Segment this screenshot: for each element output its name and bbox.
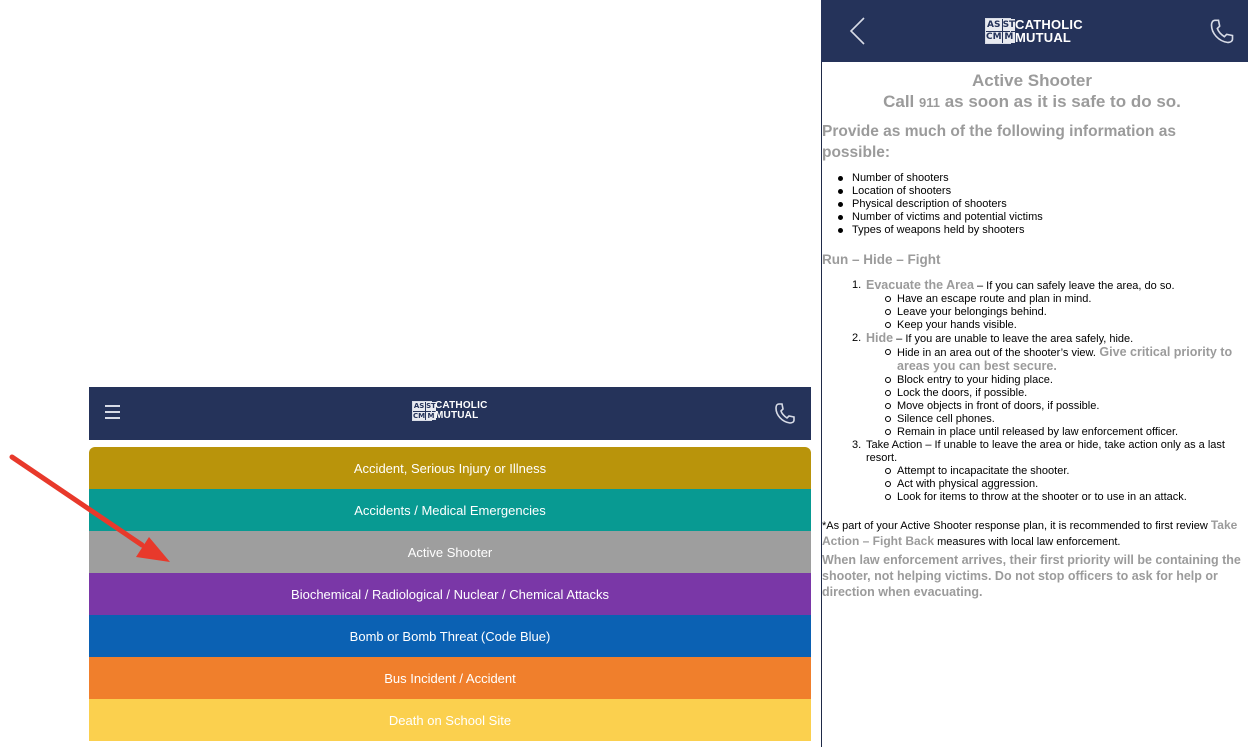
logo-mark-cell: CM xyxy=(413,411,426,420)
step-highlight: Hide xyxy=(866,331,894,345)
logo-wordmark: CATHOLIC MUTUAL xyxy=(435,401,488,421)
sub-list: Attempt to incapacitate the shooter. Act… xyxy=(882,465,1242,504)
list-item: Types of weapons held by shooters xyxy=(836,224,1242,237)
right-phone-screen: AS ST CM M CATHOLIC MUTUAL Active Shoote… xyxy=(821,0,1248,747)
sub-text: Hide in an area out of the shooter’s vie… xyxy=(897,347,1096,359)
catholic-mutual-logo: AS ST CM M CATHOLIC MUTUAL xyxy=(412,401,488,421)
phone-icon[interactable] xyxy=(773,402,797,426)
call-number: 911 xyxy=(919,95,940,110)
note-pre: *As part of your Active Shooter response… xyxy=(822,520,1211,532)
step-highlight: Evacuate the Area xyxy=(866,278,974,292)
list-item: Hide in an area out of the shooter’s vie… xyxy=(882,346,1242,374)
menu-item-medical-emergencies[interactable]: Accidents / Medical Emergencies xyxy=(89,489,811,531)
response-plan-note: *As part of your Active Shooter response… xyxy=(822,518,1242,550)
menu-item-bus-incident[interactable]: Bus Incident / Accident xyxy=(89,657,811,699)
menu-item-accident-serious-injury[interactable]: Accident, Serious Injury or Illness xyxy=(89,447,811,489)
list-item: Look for items to throw at the shooter o… xyxy=(882,491,1242,504)
logo-mark: AS ST CM M xyxy=(412,401,436,421)
list-item: Have an escape route and plan in mind. xyxy=(882,293,1242,306)
info-lead-text: Provide as much of the following informa… xyxy=(822,123,1176,161)
back-chevron-icon[interactable] xyxy=(846,16,870,46)
list-item: Physical description of shooters xyxy=(836,198,1242,211)
protocol-content: Active Shooter Call 911 as soon as it is… xyxy=(821,62,1248,747)
steps-list: 1. Evacuate the Area – If you can safely… xyxy=(822,279,1242,504)
list-item: Silence cell phones. xyxy=(882,413,1242,426)
hamburger-menu-icon[interactable] xyxy=(105,402,127,424)
logo-mark-cell: CM xyxy=(986,31,1002,43)
list-item: Act with physical aggression. xyxy=(882,478,1242,491)
step-take-action: 3. Take Action – If unable to leave the … xyxy=(822,439,1242,504)
info-bullet-list: Number of shooters Location of shooters … xyxy=(836,172,1242,237)
list-item: Number of shooters xyxy=(836,172,1242,185)
step-number: 3. xyxy=(852,439,862,451)
list-item: Attempt to incapacitate the shooter. xyxy=(882,465,1242,478)
call-pre: Call xyxy=(883,92,919,111)
sub-list: Have an escape route and plan in mind. L… xyxy=(882,293,1242,332)
list-item: Leave your belongings behind. xyxy=(882,306,1242,319)
list-item: Number of victims and potential victims xyxy=(836,211,1242,224)
emergency-menu-list: Accident, Serious Injury or Illness Acci… xyxy=(89,447,811,741)
call-instruction: Call 911 as soon as it is safe to do so. xyxy=(822,91,1242,114)
call-post: as soon as it is safe to do so. xyxy=(939,92,1181,111)
step-evacuate: 1. Evacuate the Area – If you can safely… xyxy=(822,279,1242,332)
logo-mark-cell: M xyxy=(1002,31,1016,43)
page-title: Active Shooter xyxy=(972,71,1092,90)
list-item: Lock the doors, if possible. xyxy=(882,387,1242,400)
catholic-mutual-logo: AS ST CM M CATHOLIC MUTUAL xyxy=(985,18,1083,44)
step-text: – If you are unable to leave the area sa… xyxy=(893,333,1134,345)
section-heading: Run – Hide – Fight xyxy=(822,252,941,267)
list-item: Block entry to your hiding place. xyxy=(882,374,1242,387)
step-number: 1. xyxy=(852,279,862,291)
list-item: Location of shooters xyxy=(836,185,1242,198)
step-text: – If you can safely leave the area, do s… xyxy=(973,280,1175,292)
logo-mark: AS ST CM M xyxy=(985,18,1016,44)
step-number: 2. xyxy=(852,332,862,344)
menu-item-active-shooter[interactable]: Active Shooter xyxy=(89,531,811,573)
logo-mark-cell: AS xyxy=(986,19,1002,31)
logo-wordmark: CATHOLIC MUTUAL xyxy=(1015,18,1083,44)
right-app-header: AS ST CM M CATHOLIC MUTUAL xyxy=(821,0,1248,62)
step-hide: 2. Hide – If you are unable to leave the… xyxy=(822,332,1242,439)
logo-mark-cell: ST xyxy=(1002,19,1016,31)
left-app-header: AS ST CM M CATHOLIC MUTUAL xyxy=(89,387,811,440)
logo-mark-cell: AS xyxy=(413,402,426,411)
list-item: Remain in place until released by law en… xyxy=(882,426,1242,439)
menu-item-death-on-school-site[interactable]: Death on School Site xyxy=(89,699,811,741)
law-enforcement-warning: When law enforcement arrives, their firs… xyxy=(822,553,1241,599)
phone-icon[interactable] xyxy=(1208,18,1236,46)
list-item: Keep your hands visible. xyxy=(882,319,1242,332)
menu-item-bomb-threat[interactable]: Bomb or Bomb Threat (Code Blue) xyxy=(89,615,811,657)
step-text: Take Action – If unable to leave the are… xyxy=(866,439,1225,464)
note-post: measures with local law enforcement. xyxy=(934,536,1121,548)
list-item: Move objects in front of doors, if possi… xyxy=(882,400,1242,413)
logo-line-2: MUTUAL xyxy=(1015,30,1072,45)
logo-line-2: MUTUAL xyxy=(435,410,479,421)
sub-list: Hide in an area out of the shooter’s vie… xyxy=(882,346,1242,439)
left-phone-screen: AS ST CM M CATHOLIC MUTUAL Accident, Ser… xyxy=(89,387,811,747)
menu-item-biochemical-attacks[interactable]: Biochemical / Radiological / Nuclear / C… xyxy=(89,573,811,615)
